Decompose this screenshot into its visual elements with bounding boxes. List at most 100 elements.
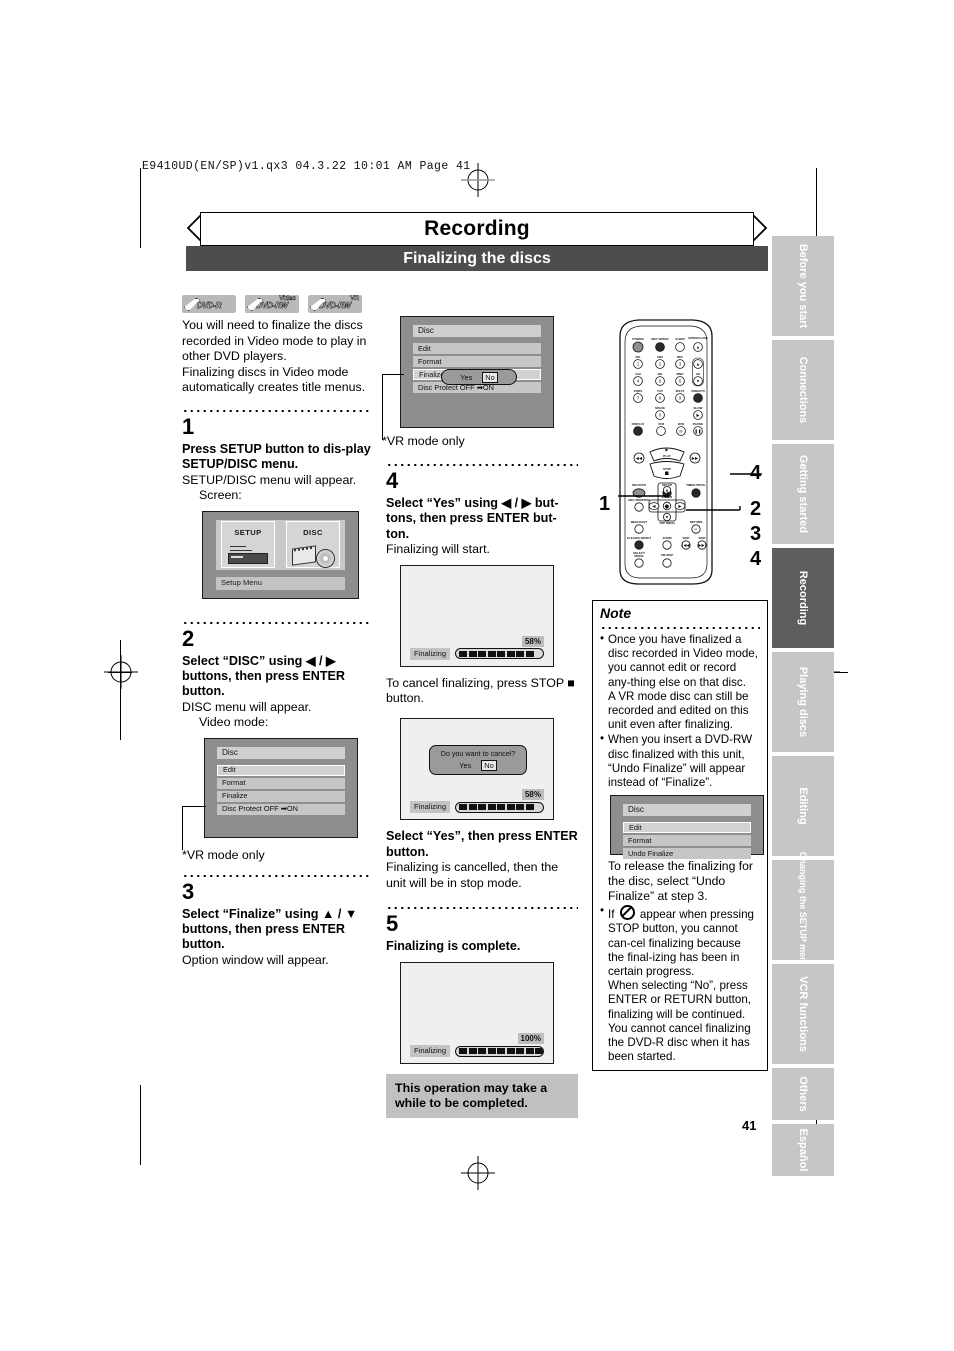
dotted-divider — [182, 616, 372, 626]
step-2-number: 2 — [182, 625, 195, 651]
note-item-2-cont: To release the finalizing for the disc, … — [608, 859, 753, 904]
intro-line-4: Finalizing discs in Video mode — [182, 364, 349, 379]
note-item-2-text: When you insert a DVD-RW disc finalized … — [608, 733, 753, 790]
tab-vcr-functions[interactable]: VCR functions — [772, 964, 834, 1064]
step-1-number: 1 — [182, 413, 195, 439]
note-item-3: If If appear when pressing STOP button, … — [600, 904, 760, 1064]
option-menu-item-edit[interactable]: Edit — [413, 343, 541, 354]
undo-menu-item-edit[interactable]: Edit — [623, 822, 751, 834]
note-box: Note Once you have finalized a disc reco… — [592, 600, 768, 1072]
step-1-screen-label: Screen: — [199, 488, 242, 503]
step-3-heading: Select “Finalize” using ▲ / ▼ buttons, t… — [182, 906, 358, 952]
setup-icon-art — [222, 541, 274, 567]
cancel-dialog-no[interactable]: No — [481, 760, 497, 772]
undo-menu-item-undo-finalize[interactable]: Undo Finalize — [623, 848, 751, 860]
tab-label: Getting started — [797, 454, 809, 534]
step-2-heading: Select “DISC” using ◀ / ▶ buttons, then … — [182, 653, 346, 699]
disc-icon-caption: DISC — [303, 528, 323, 538]
setup-disc-icons: SETUP DISC — [216, 519, 345, 570]
tab-label: Others — [797, 1076, 809, 1112]
page-title: Recording — [424, 217, 530, 240]
cancel-sub-line-1: Finalizing is cancelled, then the — [386, 860, 559, 875]
note-heading: Note — [600, 605, 632, 621]
svg-text:▼: ▼ — [696, 379, 700, 384]
note-if-prefix: If — [608, 908, 615, 922]
progress-bar — [455, 1045, 544, 1057]
remote-callout-4-top: 4 — [750, 462, 762, 484]
tab-editing[interactable]: Editing — [772, 756, 834, 856]
svg-text:▲: ▲ — [696, 344, 700, 349]
setup-icon-button[interactable]: SETUP — [221, 521, 275, 569]
dvd-rw-vr-logo: VR DVD-RW — [308, 295, 362, 313]
disc-icon-button[interactable]: DISC — [286, 521, 340, 569]
svg-text:MNO: MNO — [677, 372, 685, 376]
remote-control-diagram: .bl{font-family:"Liberation Sans",sans-s… — [619, 319, 713, 585]
remote-callout-4-bottom: 4 — [750, 548, 762, 570]
disc-menu-item-disc-protect[interactable]: Disc Protect OFF ➡ON — [217, 803, 345, 815]
cancel-select-yes-heading: Select “Yes”, then press ENTER button. — [386, 829, 578, 859]
svg-text:PQRS: PQRS — [634, 389, 643, 393]
option-footnote: *VR mode only — [382, 434, 465, 448]
svg-text:SPACE: SPACE — [655, 406, 665, 410]
svg-text:POWER: POWER — [632, 337, 644, 341]
svg-text:JKL: JKL — [657, 372, 663, 376]
svg-text:ENTER: ENTER — [662, 495, 673, 499]
undo-menu-item-format[interactable]: Format — [623, 835, 751, 847]
tab-recording[interactable]: Recording — [772, 548, 834, 648]
finalize-no-option[interactable]: No — [482, 371, 498, 383]
footnote-leader-vertical — [182, 805, 184, 850]
progress-percent: 58% — [521, 635, 544, 647]
step-2-footnote: *VR mode only — [182, 847, 265, 862]
disc-menu-item-format[interactable]: Format — [217, 777, 345, 789]
tab-before-you-start[interactable]: Before you start — [772, 236, 834, 336]
tab-label: Changing the SETUP menu — [798, 851, 808, 969]
disc-glyph-icon — [316, 548, 335, 568]
footnote-leader-vertical — [382, 374, 384, 440]
dotted-divider — [386, 902, 578, 912]
step-3-number: 3 — [182, 878, 195, 904]
film-strip-icon — [292, 545, 316, 566]
progress-row: Finalizing — [410, 1045, 544, 1058]
disc-menu-screen-option: Disc Edit Format Finalize Disc Protect O… — [400, 316, 554, 428]
svg-text:OPEN/CLOSE: OPEN/CLOSE — [688, 336, 708, 340]
dotted-divider — [182, 869, 372, 879]
tab-others[interactable]: Others — [772, 1068, 834, 1120]
cancel-sub-line-2: unit will be in stop mode. — [386, 875, 522, 890]
tab-changing-setup-menu[interactable]: Changing the SETUP menu — [772, 852, 834, 968]
dvd-r-logo: DVD-R — [182, 295, 236, 313]
finalizing-complete-screen: 100% Finalizing — [400, 962, 554, 1065]
cancel-instruction-line-1: To cancel finalizing, press STOP ■ — [386, 675, 575, 690]
note-item-1-cont: A VR mode disc can still be recorded and… — [608, 689, 749, 732]
finalize-yes-option[interactable]: Yes — [460, 373, 472, 382]
finalizing-cancel-screen: Do you want to cancel? Yes No 58% Finali… — [400, 718, 554, 821]
intro-line-3: other DVD players. — [182, 349, 287, 364]
progress-percent: 58% — [521, 789, 544, 801]
disc-menu-item-edit[interactable]: Edit — [217, 764, 345, 776]
progress-row: Finalizing — [410, 801, 544, 814]
remote-callout-2: 2 — [750, 498, 762, 520]
option-menu-title: Disc — [413, 325, 541, 337]
tab-espanol[interactable]: Español — [772, 1124, 834, 1176]
tab-connections[interactable]: Connections — [772, 340, 834, 440]
svg-text:SKIP: SKIP — [682, 536, 689, 540]
tab-label: Recording — [797, 570, 809, 626]
svg-text:▼: ▼ — [665, 514, 669, 519]
page-number: 41 — [742, 1118, 757, 1133]
section-banner: Recording — [186, 212, 768, 246]
disc-menu-screen-video: Disc Edit Format Finalize Disc Protect O… — [204, 737, 358, 838]
cancel-dialog-question: Do you want to cancel? — [440, 749, 516, 759]
svg-text:TOP MENU: TOP MENU — [659, 521, 675, 525]
intro-line-5: automatically creates title menus. — [182, 380, 366, 395]
svg-text:❚❚: ❚❚ — [694, 428, 701, 433]
tab-playing-discs[interactable]: Playing discs — [772, 652, 834, 752]
step-4-heading: Select “Yes” using ◀ / ▶ but-tons, then … — [386, 496, 559, 541]
disc-menu-item-finalize[interactable]: Finalize — [217, 790, 345, 802]
note-item-3-cont: When selecting “No”, press ENTER or RETU… — [608, 979, 752, 1021]
svg-text:▶▶|: ▶▶| — [698, 542, 706, 547]
option-menu-item-format[interactable]: Format — [413, 356, 541, 367]
svg-text:VCR: VCR — [658, 422, 665, 426]
svg-text:CLEAR/C.RESET: CLEAR/C.RESET — [627, 536, 651, 540]
cancel-dialog-yes[interactable]: Yes — [459, 761, 471, 770]
column-middle: Disc Edit Format Finalize Disc Protect O… — [382, 316, 578, 1119]
tab-getting-started[interactable]: Getting started — [772, 444, 834, 544]
